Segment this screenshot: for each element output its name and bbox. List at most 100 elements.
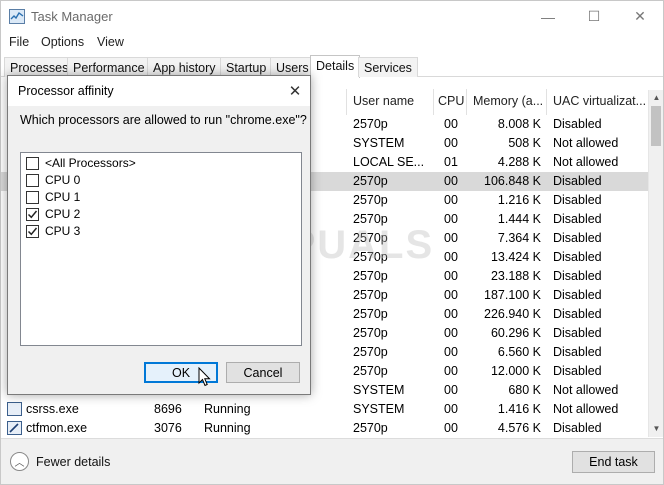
cell-cpu: 00 (444, 117, 458, 131)
column-header-cpu[interactable]: CPU (438, 89, 466, 115)
tab-services[interactable]: Services (358, 57, 418, 77)
cell-memory: 1.444 K (497, 212, 541, 226)
cell-cpu: 00 (444, 307, 458, 321)
scroll-down-icon[interactable]: ▼ (649, 421, 664, 436)
cell-uac: Disabled (553, 174, 602, 188)
tab-bar: Processes Performance App history Startu… (1, 55, 663, 78)
cell-memory: 8.008 K (497, 117, 541, 131)
dialog-close-icon[interactable]: ✕ (284, 80, 306, 102)
maximize-button[interactable]: ☐ (571, 1, 617, 32)
close-button[interactable]: ✕ (617, 1, 663, 32)
vertical-scrollbar[interactable]: ▲ ▼ (648, 90, 663, 437)
cell-cpu: 00 (444, 212, 458, 226)
tab-details[interactable]: Details (310, 55, 361, 78)
tab-processes[interactable]: Processes (4, 57, 75, 77)
tab-performance[interactable]: Performance (67, 57, 151, 77)
cell-memory: 680 K (508, 383, 541, 397)
cell-cpu: 00 (444, 136, 458, 150)
cell-memory: 1.416 K (497, 402, 541, 416)
cell-uac: Disabled (553, 231, 602, 245)
cell-memory: 12.000 K (490, 364, 541, 378)
window-title: Task Manager (31, 9, 113, 24)
scroll-up-icon[interactable]: ▲ (649, 90, 664, 105)
cell-user: 2570p (353, 117, 388, 131)
scrollbar-thumb[interactable] (651, 106, 661, 146)
cell-user: 2570p (353, 288, 388, 302)
cell-cpu: 00 (444, 364, 458, 378)
menu-options[interactable]: Options (41, 35, 84, 49)
cell-cpu: 00 (444, 421, 458, 435)
checkbox-unchecked-icon[interactable] (26, 157, 39, 170)
processor-affinity-dialog: Processor affinity ✕ Which processors ar… (7, 75, 311, 395)
cell-memory: 106.848 K (484, 174, 541, 188)
checkbox-checked-icon[interactable] (26, 208, 39, 221)
cell-user: 2570p (353, 345, 388, 359)
table-row[interactable]: ctfmon.exe 3076 Running 2570p 00 4.576 K… (1, 419, 648, 438)
option-label: CPU 1 (45, 190, 81, 204)
cell-uac: Disabled (553, 421, 602, 435)
tab-users[interactable]: Users (270, 57, 315, 77)
cell-uac: Disabled (553, 269, 602, 283)
cell-user: 2570p (353, 307, 388, 321)
checkbox-checked-icon[interactable] (26, 225, 39, 238)
cell-uac: Not allowed (553, 136, 619, 150)
column-header-uac-virtualization[interactable]: UAC virtualizat... (553, 89, 646, 115)
cell-memory: 4.576 K (497, 421, 541, 435)
checkbox-unchecked-icon[interactable] (26, 174, 39, 187)
column-header-user-name[interactable]: User name (353, 89, 433, 115)
cell-cpu: 00 (444, 383, 458, 397)
checkbox-unchecked-icon[interactable] (26, 191, 39, 204)
cell-cpu: 00 (444, 269, 458, 283)
cell-memory: 23.188 K (490, 269, 541, 283)
cell-user: 2570p (353, 364, 388, 378)
cell-uac: Disabled (553, 345, 602, 359)
cell-memory: 508 K (508, 136, 541, 150)
cell-memory: 226.940 K (484, 307, 541, 321)
cell-pid: 3076 (154, 421, 182, 435)
cell-memory: 6.560 K (497, 345, 541, 359)
tab-startup[interactable]: Startup (220, 57, 273, 77)
cell-user: 2570p (353, 193, 388, 207)
minimize-button[interactable]: — (525, 1, 571, 32)
dialog-title: Processor affinity (18, 84, 114, 98)
task-manager-window: Task Manager — ☐ ✕ File Options View Pro… (0, 0, 664, 485)
column-separator (433, 89, 434, 115)
cell-user: 2570p (353, 269, 388, 283)
column-header-memory[interactable]: Memory (a... (473, 89, 547, 115)
menu-view[interactable]: View (97, 35, 124, 49)
option-label: CPU 3 (45, 224, 81, 238)
menu-file[interactable]: File (9, 35, 29, 49)
task-manager-icon (9, 9, 25, 24)
end-task-button[interactable]: End task (572, 451, 655, 473)
cell-uac: Not allowed (553, 155, 619, 169)
cell-cpu: 00 (444, 193, 458, 207)
cell-user: SYSTEM (353, 136, 405, 150)
dialog-title-bar: Processor affinity ✕ (8, 76, 310, 106)
cell-memory: 60.296 K (490, 326, 541, 340)
cell-uac: Disabled (553, 288, 602, 302)
mouse-pointer-icon (198, 366, 212, 390)
menu-bar: File Options View (1, 32, 663, 52)
option-label: CPU 2 (45, 207, 81, 221)
cell-uac: Disabled (553, 307, 602, 321)
cell-status: Running (204, 402, 251, 416)
cell-cpu: 00 (444, 288, 458, 302)
dialog-question: Which processors are allowed to run "chr… (20, 113, 307, 127)
cell-memory: 1.216 K (497, 193, 541, 207)
cell-uac: Disabled (553, 212, 602, 226)
cell-uac: Disabled (553, 250, 602, 264)
cell-cpu: 00 (444, 345, 458, 359)
cell-name: csrss.exe (26, 402, 79, 416)
cell-uac: Disabled (553, 117, 602, 131)
table-row[interactable]: csrss.exe 8696 Running SYSTEM 00 1.416 K… (1, 400, 648, 419)
option-label: <All Processors> (45, 156, 136, 170)
cell-cpu: 00 (444, 402, 458, 416)
cell-uac: Disabled (553, 326, 602, 340)
cell-user: SYSTEM (353, 402, 405, 416)
chevron-up-icon[interactable]: ︿ (10, 452, 29, 471)
tab-app-history[interactable]: App history (147, 57, 222, 77)
cell-status: Running (204, 421, 251, 435)
option-label: CPU 0 (45, 173, 81, 187)
cancel-button[interactable]: Cancel (226, 362, 300, 383)
fewer-details-link[interactable]: Fewer details (36, 455, 110, 469)
